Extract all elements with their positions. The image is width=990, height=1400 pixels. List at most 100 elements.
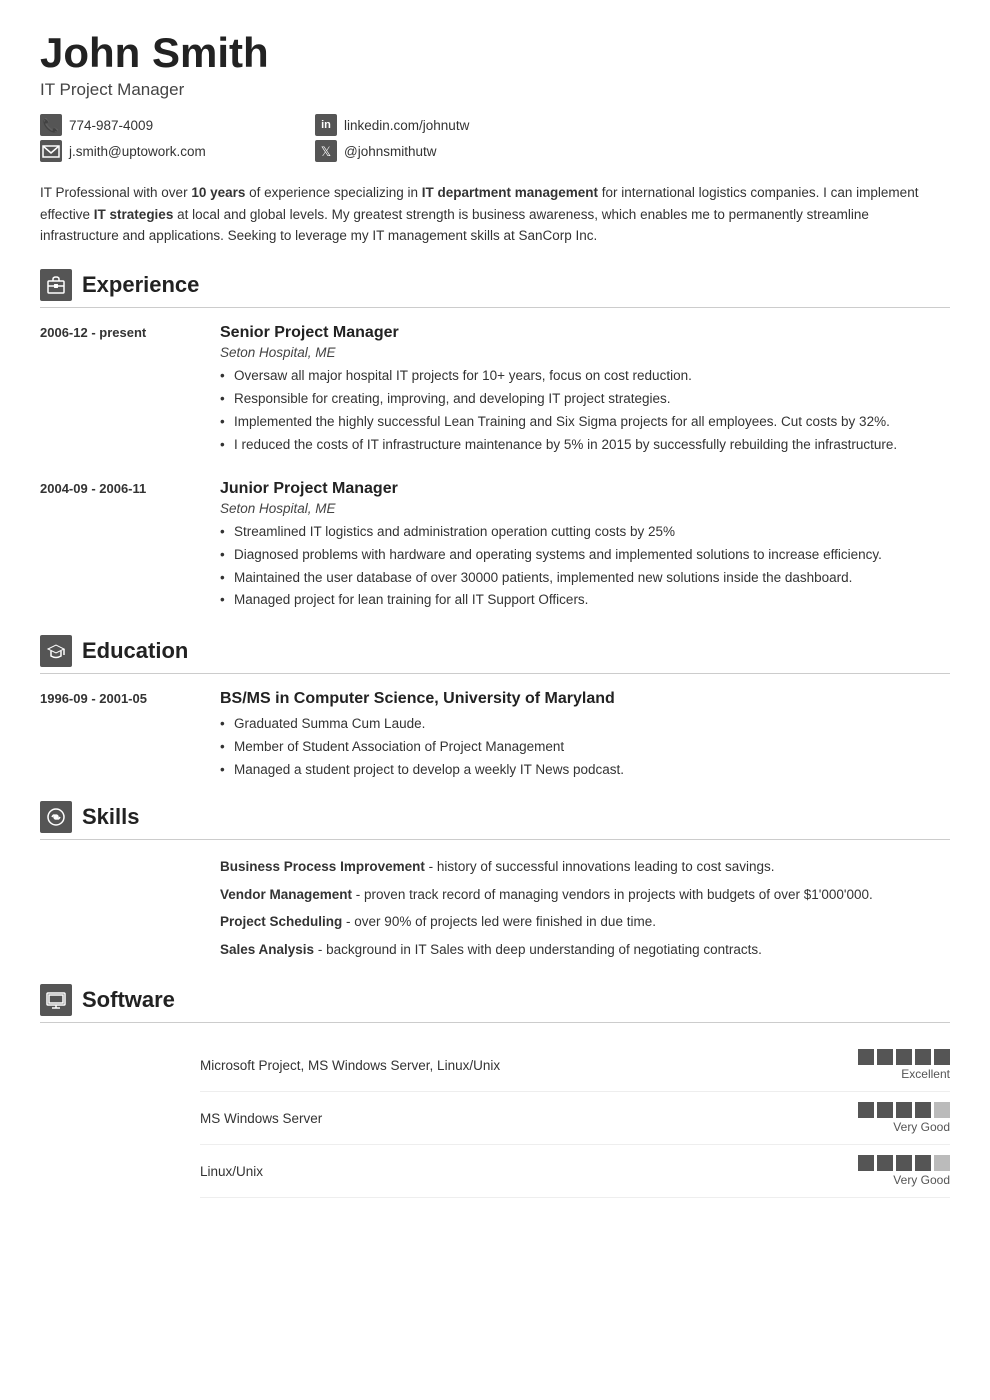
skills-title: Skills	[82, 804, 139, 830]
experience-icon	[40, 269, 72, 301]
skill3-desc: - over 90% of projects led were finished…	[346, 914, 656, 929]
exp1-company: Seton Hospital, ME	[220, 345, 950, 360]
exp1-bullets: Oversaw all major hospital IT projects f…	[220, 366, 950, 456]
svg-text:𝕏: 𝕏	[321, 144, 331, 159]
list-item: Project Scheduling - over 90% of project…	[220, 911, 950, 933]
exp1-content: Senior Project Manager Seton Hospital, M…	[220, 324, 950, 458]
experience-header: Experience	[40, 269, 950, 308]
skill4-name: Sales Analysis	[220, 942, 314, 957]
education-header: Education	[40, 635, 950, 674]
phone-icon: 📞	[40, 114, 62, 136]
candidate-name: John Smith	[40, 30, 950, 76]
candidate-title: IT Project Manager	[40, 80, 950, 100]
exp2-role: Junior Project Manager	[220, 480, 950, 498]
software-title: Software	[82, 987, 175, 1013]
dot	[934, 1049, 950, 1065]
education-icon	[40, 635, 72, 667]
skills-list: Business Process Improvement - history o…	[220, 856, 950, 966]
dot	[877, 1155, 893, 1171]
exp2-company: Seton Hospital, ME	[220, 501, 950, 516]
dot	[896, 1102, 912, 1118]
dot	[915, 1155, 931, 1171]
rating-dots-3	[858, 1155, 950, 1171]
software1-rating: Excellent	[858, 1049, 950, 1081]
experience-entry-1: 2006-12 - present Senior Project Manager…	[40, 324, 950, 458]
phone-text: 774-987-4009	[69, 118, 153, 133]
exp2-content: Junior Project Manager Seton Hospital, M…	[220, 480, 950, 614]
list-item: Maintained the user database of over 300…	[220, 568, 950, 589]
software-item-1: Microsoft Project, MS Windows Server, Li…	[200, 1039, 950, 1092]
dot-empty	[934, 1155, 950, 1171]
dot-empty	[934, 1102, 950, 1118]
software1-label: Excellent	[901, 1067, 950, 1081]
exp2-bullets: Streamlined IT logistics and administrat…	[220, 522, 950, 612]
education-entry-1: 1996-09 - 2001-05 BS/MS in Computer Scie…	[40, 690, 950, 783]
skills-icon	[40, 801, 72, 833]
dot	[877, 1049, 893, 1065]
dot	[858, 1155, 874, 1171]
skill4-desc: - background in IT Sales with deep under…	[318, 942, 762, 957]
skills-header: Skills	[40, 801, 950, 840]
exp2-dates: 2004-09 - 2006-11	[40, 480, 200, 614]
twitter-text: @johnsmithutw	[344, 144, 437, 159]
list-item: Vendor Management - proven track record …	[220, 884, 950, 906]
software-header: Software	[40, 984, 950, 1023]
list-item: Managed a student project to develop a w…	[220, 760, 950, 781]
experience-entry-2: 2004-09 - 2006-11 Junior Project Manager…	[40, 480, 950, 614]
dot	[858, 1102, 874, 1118]
list-item: Sales Analysis - background in IT Sales …	[220, 939, 950, 961]
edu1-dates: 1996-09 - 2001-05	[40, 690, 200, 783]
experience-title: Experience	[82, 272, 199, 298]
software1-name: Microsoft Project, MS Windows Server, Li…	[200, 1058, 850, 1073]
software2-rating: Very Good	[858, 1102, 950, 1134]
contact-grid: 📞 774-987-4009 in linkedin.com/johnutw j…	[40, 114, 560, 162]
list-item: Implemented the highly successful Lean T…	[220, 412, 950, 433]
summary-section: IT Professional with over 10 years of ex…	[40, 182, 950, 247]
dot	[915, 1102, 931, 1118]
list-item: Managed project for lean training for al…	[220, 590, 950, 611]
edu1-degree: BS/MS in Computer Science, University of…	[220, 690, 950, 708]
software-item-2: MS Windows Server Very Good	[200, 1092, 950, 1145]
skill3-name: Project Scheduling	[220, 914, 342, 929]
edu1-bullets: Graduated Summa Cum Laude. Member of Stu…	[220, 714, 950, 781]
dot	[877, 1102, 893, 1118]
education-title: Education	[82, 638, 188, 664]
list-item: Member of Student Association of Project…	[220, 737, 950, 758]
software-item-3: Linux/Unix Very Good	[200, 1145, 950, 1198]
skills-content: Business Process Improvement - history o…	[40, 856, 950, 966]
software3-label: Very Good	[893, 1173, 950, 1187]
rating-dots-2	[858, 1102, 950, 1118]
software-section: Software Microsoft Project, MS Windows S…	[40, 984, 950, 1198]
list-item: Business Process Improvement - history o…	[220, 856, 950, 878]
resume-header: John Smith IT Project Manager 📞 774-987-…	[40, 30, 950, 162]
contact-email: j.smith@uptowork.com	[40, 140, 285, 162]
dot	[858, 1049, 874, 1065]
dot	[915, 1049, 931, 1065]
dot	[896, 1155, 912, 1171]
exp1-dates: 2006-12 - present	[40, 324, 200, 458]
software-icon	[40, 984, 72, 1016]
skill1-desc: - history of successful innovations lead…	[429, 859, 775, 874]
skill1-name: Business Process Improvement	[220, 859, 425, 874]
contact-phone: 📞 774-987-4009	[40, 114, 285, 136]
skill2-desc: - proven track record of managing vendor…	[356, 887, 873, 902]
experience-section: Experience 2006-12 - present Senior Proj…	[40, 269, 950, 613]
list-item: Streamlined IT logistics and administrat…	[220, 522, 950, 543]
list-item: Oversaw all major hospital IT projects f…	[220, 366, 950, 387]
list-item: Diagnosed problems with hardware and ope…	[220, 545, 950, 566]
linkedin-text: linkedin.com/johnutw	[344, 118, 469, 133]
twitter-icon: 𝕏	[315, 140, 337, 162]
dot	[896, 1049, 912, 1065]
exp1-role: Senior Project Manager	[220, 324, 950, 342]
contact-twitter: 𝕏 @johnsmithutw	[315, 140, 560, 162]
rating-dots-1	[858, 1049, 950, 1065]
linkedin-icon: in	[315, 114, 337, 136]
list-item: I reduced the costs of IT infrastructure…	[220, 435, 950, 456]
email-icon	[40, 140, 62, 162]
skill2-name: Vendor Management	[220, 887, 352, 902]
list-item: Graduated Summa Cum Laude.	[220, 714, 950, 735]
skills-section: Skills Business Process Improvement - hi…	[40, 801, 950, 966]
software2-name: MS Windows Server	[200, 1111, 850, 1126]
software3-rating: Very Good	[858, 1155, 950, 1187]
svg-text:📞: 📞	[43, 117, 60, 133]
